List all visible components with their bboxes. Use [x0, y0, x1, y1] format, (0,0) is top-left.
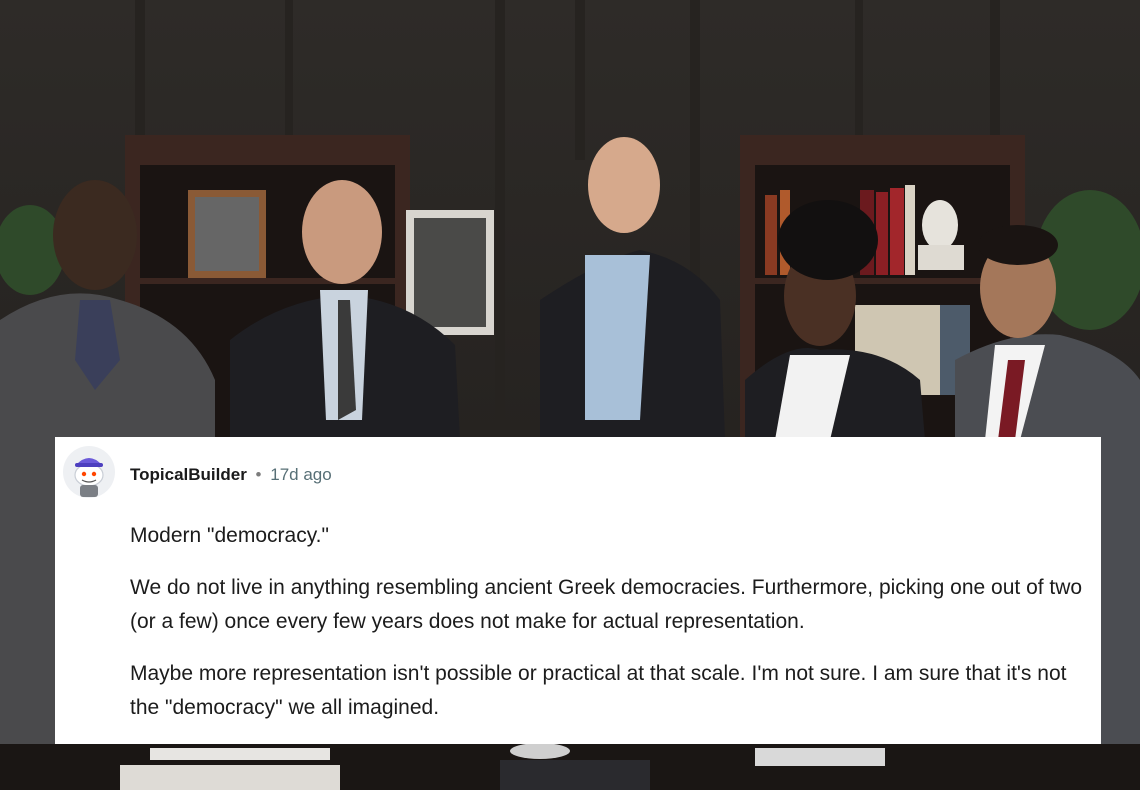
comment-paragraph: Modern "democracy.": [130, 524, 329, 547]
comment-paragraph: Maybe more representation isn't possible…: [130, 662, 1067, 719]
user-avatar-icon[interactable]: [62, 445, 116, 499]
timestamp[interactable]: 17d ago: [270, 465, 331, 484]
username-link[interactable]: TopicalBuilder: [130, 465, 247, 484]
meta-separator: •: [255, 465, 262, 484]
comment-paragraph: We do not live in anything resembling an…: [130, 576, 1083, 633]
comment-body: Modern "democracy." We do not live in an…: [130, 519, 1100, 743]
comment-card: TopicalBuilder • 17d ago Modern "democra…: [55, 437, 1101, 744]
comment-meta: TopicalBuilder • 17d ago: [130, 465, 332, 485]
